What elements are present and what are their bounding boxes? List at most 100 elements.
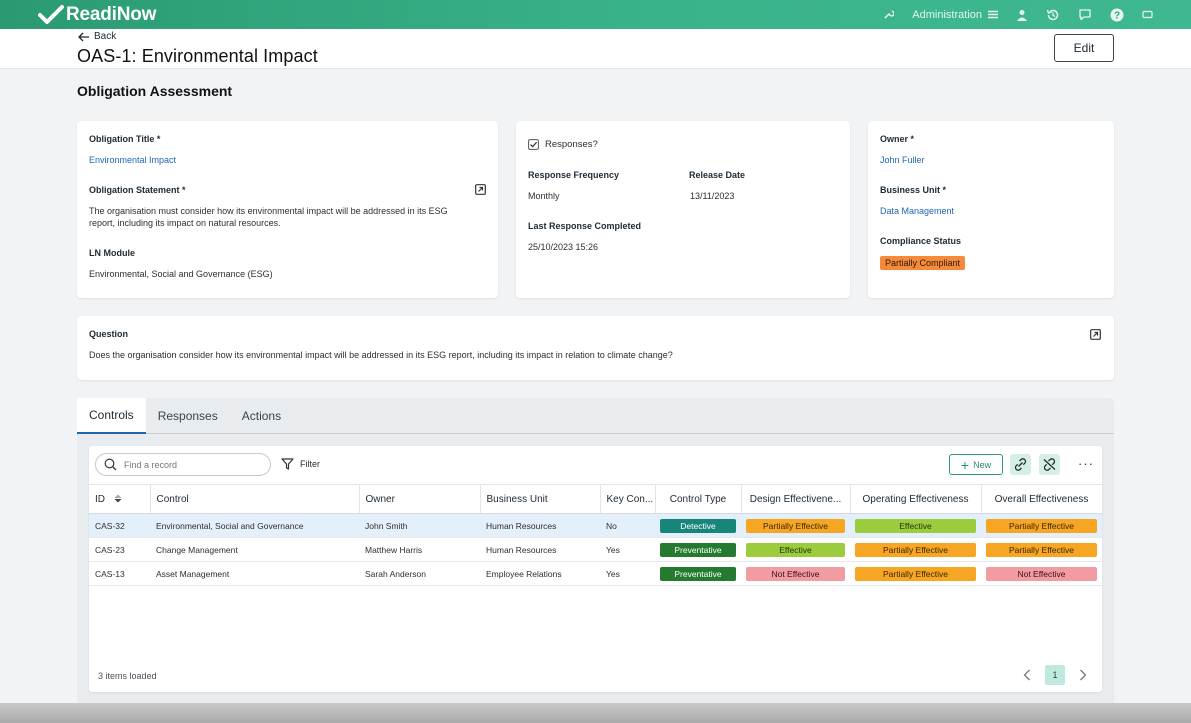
owner-label: Owner * — [880, 134, 915, 144]
cell-control-type: Preventative — [655, 537, 741, 562]
responses-label: Responses? — [545, 139, 598, 150]
user-icon — [1017, 9, 1027, 21]
chevron-right-icon[interactable] — [1079, 669, 1087, 681]
back-label: Back — [94, 31, 117, 42]
controls-table: ID Control Owner Business Unit Key Con..… — [89, 484, 1103, 586]
responses-checkbox[interactable] — [528, 139, 539, 150]
cell-operating-effectiveness: Partially Effective — [850, 561, 981, 586]
control-type-badge: Preventative — [660, 542, 736, 557]
history-button[interactable] — [1046, 8, 1060, 22]
obligation-statement-label: Obligation Statement * — [89, 185, 186, 195]
column-header-business-unit[interactable]: Business Unit — [480, 484, 601, 514]
cell-control-type: Preventative — [655, 561, 741, 586]
page-number-current[interactable]: 1 — [1045, 665, 1065, 685]
top-bar: ReadiNow Administration ? — [0, 0, 1191, 29]
column-header-overall-effectiveness[interactable]: Overall Effectiveness — [981, 484, 1103, 514]
table-row[interactable]: CAS-32 Environmental, Social and Governa… — [89, 513, 1102, 538]
wrench-icon — [884, 10, 895, 19]
cell-id: CAS-23 — [89, 537, 150, 562]
chat-icon — [1079, 9, 1091, 21]
table-row[interactable]: CAS-23 Change Management Matthew Harris … — [89, 537, 1102, 562]
owner-value[interactable]: John Fuller — [880, 155, 925, 165]
design-effectiveness-badge: Not Effective — [746, 566, 845, 581]
search-input[interactable] — [124, 459, 254, 470]
column-header-control-type[interactable]: Control Type — [655, 484, 742, 514]
cell-owner: John Smith — [359, 513, 480, 538]
question-text: Does the organisation consider how its e… — [89, 350, 673, 360]
sort-icon — [114, 494, 122, 503]
fullscreen-button[interactable] — [1142, 10, 1153, 19]
cell-owner: Matthew Harris — [359, 537, 480, 562]
obligation-title-value[interactable]: Environmental Impact — [89, 155, 176, 165]
cell-control: Asset Management — [150, 561, 359, 586]
unlink-button[interactable] — [1039, 454, 1060, 475]
new-button[interactable]: + New — [949, 454, 1003, 475]
plus-icon: + — [960, 456, 970, 473]
table-header-row: ID Control Owner Business Unit Key Con..… — [89, 484, 1103, 514]
column-header-control[interactable]: Control — [150, 484, 360, 514]
column-header-design-effectiveness[interactable]: Design Effectivene... — [741, 484, 851, 514]
help-icon: ? — [1110, 8, 1124, 21]
tab-responses[interactable]: Responses — [146, 398, 230, 434]
tab-actions[interactable]: Actions — [230, 398, 293, 434]
back-link[interactable]: Back — [78, 31, 116, 42]
cell-business-unit: Employee Relations — [480, 561, 600, 586]
design-effectiveness-badge: Effective — [746, 542, 845, 557]
search-box[interactable] — [95, 453, 271, 476]
table-row[interactable]: CAS-13 Asset Management Sarah Anderson E… — [89, 561, 1102, 586]
column-header-id[interactable]: ID — [89, 484, 151, 514]
last-response-value: 25/10/2023 15:26 — [528, 242, 599, 252]
svg-text:?: ? — [1114, 10, 1120, 21]
business-unit-value[interactable]: Data Management — [880, 206, 954, 216]
comments-button[interactable] — [1078, 8, 1092, 21]
ln-module-value: Environmental, Social and Governance (ES… — [89, 269, 273, 279]
search-icon — [104, 458, 117, 471]
tab-bar: Controls Responses Actions — [77, 398, 1114, 434]
more-options-button[interactable]: ··· — [1078, 456, 1094, 471]
obligation-statement-line-1: The organisation must consider how its e… — [89, 206, 448, 216]
last-response-label: Last Response Completed — [528, 221, 642, 231]
tools-button[interactable] — [883, 9, 895, 20]
cell-key-control: Yes — [600, 561, 655, 586]
app-name: ReadiNow — [66, 3, 157, 25]
edit-button[interactable]: Edit — [1054, 34, 1114, 62]
expand-question-icon[interactable] — [1090, 329, 1101, 340]
cell-id: CAS-32 — [89, 513, 150, 538]
filter-icon — [281, 458, 294, 470]
overall-effectiveness-badge: Partially Effective — [986, 542, 1097, 557]
obligation-title-label: Obligation Title * — [89, 134, 161, 144]
app-logo[interactable]: ReadiNow — [38, 4, 156, 26]
menu-icon — [988, 10, 998, 19]
cell-operating-effectiveness: Effective — [850, 513, 981, 538]
cell-id: CAS-13 — [89, 561, 150, 586]
cell-design-effectiveness: Effective — [741, 537, 850, 562]
obligation-card: Obligation Title * Environmental Impact … — [77, 121, 498, 298]
chevron-left-icon[interactable] — [1023, 669, 1031, 681]
help-button[interactable]: ? — [1110, 8, 1124, 22]
cell-design-effectiveness: Partially Effective — [741, 513, 850, 538]
bottom-strip — [0, 703, 1191, 723]
operating-effectiveness-badge: Partially Effective — [855, 542, 976, 557]
cell-key-control: No — [600, 513, 655, 538]
responses-card: Responses? Response Frequency Monthly Re… — [516, 121, 850, 298]
column-header-operating-effectiveness[interactable]: Operating Effectiveness — [850, 484, 982, 514]
cell-key-control: Yes — [600, 537, 655, 562]
user-button[interactable] — [1016, 9, 1028, 21]
operating-effectiveness-badge: Partially Effective — [855, 566, 976, 581]
expand-statement-icon[interactable] — [475, 184, 486, 195]
page-header: Back OAS-1: Environmental Impact Edit — [0, 29, 1191, 69]
filter-button[interactable]: Filter — [281, 458, 320, 470]
top-nav: Administration ? — [865, 0, 1153, 29]
column-header-owner[interactable]: Owner — [359, 484, 481, 514]
controls-grid: Filter + New ··· ID Control Owner Busine… — [89, 446, 1103, 692]
link-button[interactable] — [1010, 454, 1031, 475]
tab-controls[interactable]: Controls — [77, 398, 146, 434]
overall-effectiveness-badge: Not Effective — [986, 566, 1097, 581]
operating-effectiveness-badge: Effective — [855, 518, 976, 533]
compliance-status-badge: Partially Compliant — [880, 256, 966, 270]
cell-control: Environmental, Social and Governance — [150, 513, 359, 538]
new-label: New — [973, 459, 992, 470]
section-title: Obligation Assessment — [77, 83, 233, 99]
administration-menu[interactable]: Administration — [912, 9, 998, 21]
column-header-key-control[interactable]: Key Con... — [600, 484, 656, 514]
